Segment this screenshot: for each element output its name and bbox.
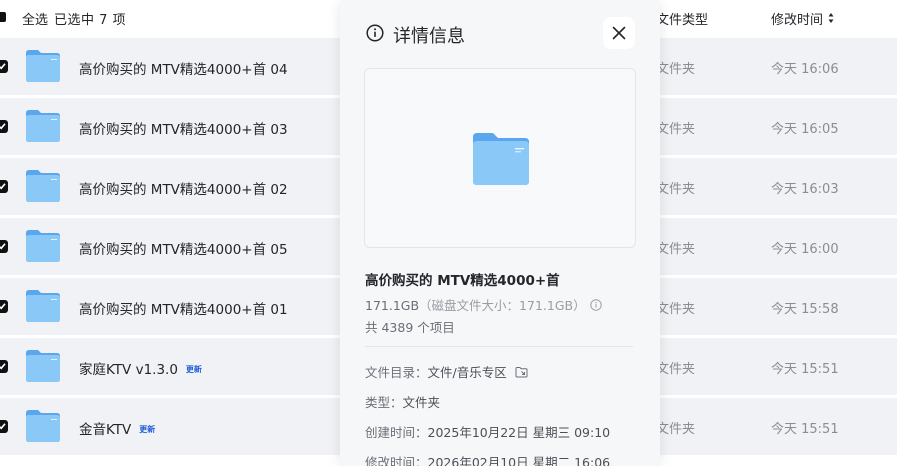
folder-icon [26,110,60,142]
checkbox-icon [0,363,6,370]
info-icon [366,24,384,42]
detail-size: 171.1GB（磁盘文件大小：171.1GB） [365,295,602,314]
file-modified-time: 今天 16:03 [771,182,839,197]
detail-directory: 文件目录：文件/音乐专区 [365,362,528,381]
modified-value: 2026年02月10日 星期二 16:06 [427,455,611,466]
update-badge: 更新 [139,424,156,434]
info-icon[interactable] [589,299,602,311]
detail-item-count: 共 4389 个项目 [365,320,455,335]
folder-icon [26,410,60,442]
row-checkbox[interactable] [0,240,8,253]
detail-created-time: 创建时间：2025年10月22日 星期三 09:10 [365,422,610,441]
folder-icon [26,350,60,382]
folder-icon [26,170,60,202]
column-header-type[interactable]: 文件类型 [656,9,708,28]
panel-title: 详情信息 [393,26,465,47]
row-checkbox[interactable] [0,360,8,373]
locate-folder-icon[interactable] [515,366,528,378]
folder-icon [473,133,529,185]
file-type: 文件夹 [656,422,696,437]
detail-modified-time: 修改时间：2026年02月10日 星期二 16:06 [365,452,610,466]
row-checkbox[interactable] [0,180,8,193]
row-checkbox[interactable] [0,300,8,313]
file-modified-time: 今天 16:00 [771,242,839,257]
row-checkbox[interactable] [0,60,8,73]
type-label: 类型： [365,395,403,410]
checkbox-icon [0,303,6,310]
checkbox-icon [0,63,6,70]
column-header-modified-time[interactable]: 修改时间 [771,9,823,28]
directory-value: 文件/音乐专区 [427,365,507,380]
row-checkbox[interactable] [0,420,8,433]
file-name[interactable]: 家庭KTV v1.3.0 更新 [79,358,202,378]
disk-size-value: （磁盘文件大小：171.1GB） [419,298,586,313]
update-badge: 更新 [185,364,202,374]
details-panel: 详情信息 高价购买的 MTV精选4000+首 171.1GB（磁盘文件大小：17… [340,0,660,466]
row-checkbox[interactable] [0,120,8,133]
file-type: 文件夹 [656,62,696,77]
file-modified-time: 今天 15:58 [771,302,839,317]
folder-icon [26,290,60,322]
file-name[interactable]: 高价购买的 MTV精选4000+首 05 [79,238,288,258]
file-type: 文件夹 [656,302,696,317]
file-name[interactable]: 高价购买的 MTV精选4000+首 03 [79,118,288,138]
created-value: 2025年10月22日 星期三 09:10 [427,425,611,440]
file-type: 文件夹 [656,122,696,137]
detail-file-name: 高价购买的 MTV精选4000+首 [365,273,560,289]
preview-area [364,68,636,248]
file-modified-time: 今天 15:51 [771,362,839,377]
close-icon [612,26,626,40]
folder-icon [26,230,60,262]
selected-count: 已选中 7 项 [54,13,127,28]
select-all-checkbox[interactable] [0,12,6,22]
sort-icon[interactable] [828,12,834,24]
file-modified-time: 今天 16:05 [771,122,839,137]
divider [365,346,633,347]
file-name[interactable]: 高价购买的 MTV精选4000+首 02 [79,178,288,198]
size-value: 171.1GB [365,298,420,313]
select-all-label[interactable]: 全选 [22,9,48,28]
file-modified-time: 今天 16:06 [771,62,839,77]
file-type: 文件夹 [656,242,696,257]
checkbox-icon [0,123,6,130]
checkbox-icon [0,423,6,430]
detail-type: 类型：文件夹 [365,392,440,411]
file-modified-time: 今天 15:51 [771,422,839,437]
file-type: 文件夹 [656,362,696,377]
close-button[interactable] [603,17,635,49]
type-value: 文件夹 [402,395,441,410]
file-name[interactable]: 金音KTV 更新 [79,418,155,438]
created-label: 创建时间： [365,425,428,440]
file-type: 文件夹 [656,182,696,197]
file-name[interactable]: 高价购买的 MTV精选4000+首 01 [79,298,288,318]
directory-label: 文件目录： [365,365,428,380]
checkbox-icon [0,243,6,250]
checkbox-icon [0,183,6,190]
file-name[interactable]: 高价购买的 MTV精选4000+首 04 [79,58,288,78]
folder-icon [26,50,60,82]
modified-label: 修改时间： [365,455,428,466]
